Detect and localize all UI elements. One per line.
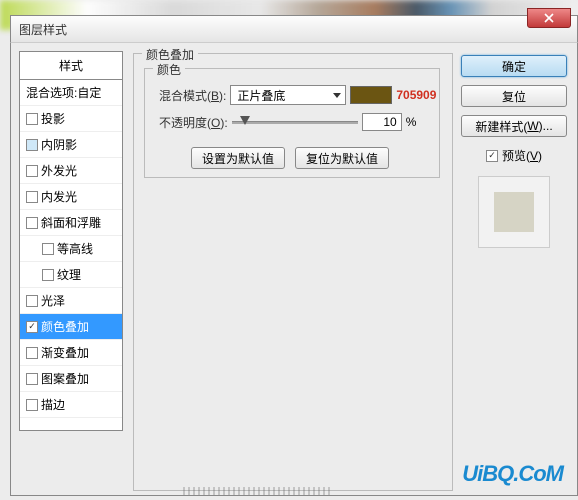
sidebar-checkbox[interactable] [26, 399, 38, 411]
preview-checkbox[interactable] [486, 150, 498, 162]
sidebar-item-4[interactable]: 斜面和浮雕 [20, 210, 122, 236]
sidebar-checkbox[interactable] [26, 321, 38, 333]
dialog-body: 样式 混合选项:自定 投影内阴影外发光内发光斜面和浮雕等高线纹理光泽颜色叠加渐变… [10, 42, 578, 496]
sidebar-item-label: 纹理 [57, 266, 81, 283]
barcode-decoration [183, 487, 333, 495]
sidebar-item-2[interactable]: 外发光 [20, 158, 122, 184]
sidebar-item-9[interactable]: 渐变叠加 [20, 340, 122, 366]
sidebar-checkbox[interactable] [26, 373, 38, 385]
sidebar-blending-options[interactable]: 混合选项:自定 [20, 80, 122, 106]
sidebar-item-label: 渐变叠加 [41, 344, 89, 361]
close-icon [544, 13, 554, 23]
opacity-input[interactable]: 10 [362, 113, 402, 131]
sidebar-checkbox[interactable] [26, 217, 38, 229]
window-title: 图层样式 [11, 21, 67, 38]
preview-box [478, 176, 550, 248]
sidebar-header[interactable]: 样式 [20, 52, 122, 80]
ok-button[interactable]: 确定 [461, 55, 567, 77]
blend-mode-select[interactable]: 正片叠底 [230, 85, 346, 105]
sidebar-item-3[interactable]: 内发光 [20, 184, 122, 210]
sidebar-item-label: 等高线 [57, 240, 93, 257]
sidebar-item-label: 内阴影 [41, 136, 77, 153]
blend-mode-row: 混合模式(B): 正片叠底 705909 [159, 85, 436, 105]
sidebar-item-7[interactable]: 光泽 [20, 288, 122, 314]
color-hex: 705909 [396, 88, 436, 102]
sidebar-item-label: 斜面和浮雕 [41, 214, 101, 231]
sidebar-checkbox[interactable] [42, 243, 54, 255]
watermark: UiBQ.CoM [462, 461, 563, 487]
sidebar-item-label: 颜色叠加 [41, 318, 89, 335]
sidebar-item-10[interactable]: 图案叠加 [20, 366, 122, 392]
sidebar-item-0[interactable]: 投影 [20, 106, 122, 132]
titlebar: 图层样式 [10, 15, 578, 43]
sidebar-checkbox[interactable] [26, 295, 38, 307]
default-buttons-row: 设置为默认值 复位为默认值 [191, 147, 389, 169]
color-overlay-group: 颜色叠加 颜色 混合模式(B): 正片叠底 705909 不透明度(O): 10… [133, 53, 453, 491]
reset-default-button[interactable]: 复位为默认值 [295, 147, 389, 169]
sidebar-item-5[interactable]: 等高线 [20, 236, 122, 262]
sidebar-item-8[interactable]: 颜色叠加 [20, 314, 122, 340]
color-subgroup: 颜色 混合模式(B): 正片叠底 705909 不透明度(O): 10 % [144, 68, 440, 178]
sidebar-checkbox[interactable] [42, 269, 54, 281]
slider-thumb[interactable] [240, 116, 250, 125]
opacity-label: 不透明度(O): [159, 114, 228, 131]
preview-checkbox-row[interactable]: 预览(V) [461, 147, 567, 164]
opacity-unit: % [406, 115, 417, 129]
sidebar-item-label: 投影 [41, 110, 65, 127]
styles-sidebar: 样式 混合选项:自定 投影内阴影外发光内发光斜面和浮雕等高线纹理光泽颜色叠加渐变… [19, 51, 123, 431]
sidebar-item-6[interactable]: 纹理 [20, 262, 122, 288]
reset-button[interactable]: 复位 [461, 85, 567, 107]
sidebar-checkbox[interactable] [26, 139, 38, 151]
sidebar-item-11[interactable]: 描边 [20, 392, 122, 418]
sidebar-item-label: 外发光 [41, 162, 77, 179]
opacity-row: 不透明度(O): 10 % [159, 113, 416, 131]
sidebar-checkbox[interactable] [26, 191, 38, 203]
sidebar-item-label: 描边 [41, 396, 65, 413]
sidebar-item-label: 内发光 [41, 188, 77, 205]
right-column: 确定 复位 新建样式(W)... 预览(V) [461, 55, 567, 248]
preview-swatch [494, 192, 534, 232]
set-default-button[interactable]: 设置为默认值 [191, 147, 285, 169]
opacity-slider[interactable] [232, 117, 358, 127]
sidebar-item-label: 图案叠加 [41, 370, 89, 387]
sidebar-checkbox[interactable] [26, 347, 38, 359]
sidebar-item-label: 光泽 [41, 292, 65, 309]
sidebar-checkbox[interactable] [26, 165, 38, 177]
sidebar-checkbox[interactable] [26, 113, 38, 125]
new-style-button[interactable]: 新建样式(W)... [461, 115, 567, 137]
sidebar-item-1[interactable]: 内阴影 [20, 132, 122, 158]
color-subgroup-title: 颜色 [153, 61, 185, 78]
chevron-down-icon [333, 93, 341, 98]
color-swatch[interactable] [350, 86, 392, 104]
blend-mode-label: 混合模式(B): [159, 87, 226, 104]
close-button[interactable] [527, 8, 571, 28]
preview-label: 预览(V) [502, 147, 542, 164]
